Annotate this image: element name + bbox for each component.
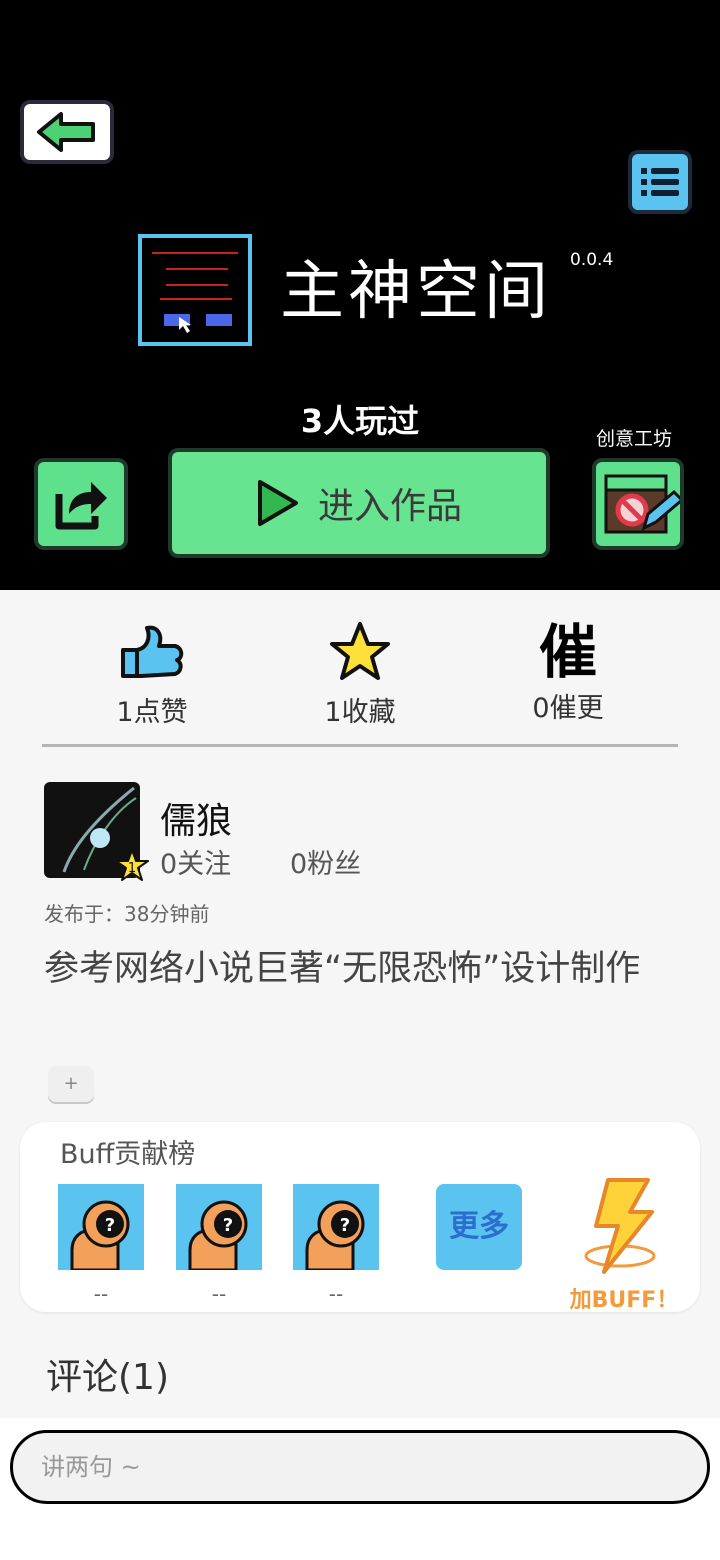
more-button[interactable]: 更多 [436, 1184, 522, 1270]
workshop-button[interactable] [592, 458, 684, 550]
game-description: 参考网络小说巨著“无限恐怖”设计制作 [44, 949, 641, 989]
buff-slot-3[interactable]: ? [293, 1184, 379, 1270]
posted-time: 发布于：38分钟前 [44, 902, 210, 926]
svg-text:?: ? [223, 1215, 233, 1236]
svg-text:?: ? [340, 1215, 350, 1236]
author-name[interactable]: 儒狼 [160, 792, 232, 844]
enter-game-label: 进入作品 [317, 486, 462, 527]
add-buff-label: 加BUFF！ [569, 1288, 679, 1313]
urge-stat[interactable]: 催 0催更 [488, 620, 648, 725]
play-icon [257, 480, 298, 526]
share-button[interactable] [34, 458, 128, 550]
follow-count: 0关注 [160, 849, 232, 880]
star-icon [330, 622, 390, 680]
menu-button[interactable] [628, 150, 692, 214]
version-label: 0.0.4 [570, 250, 614, 270]
svg-text:?: ? [105, 1215, 115, 1236]
buff-ranking-title: Buff贡献榜 [60, 1139, 196, 1170]
urge-icon: 催 [538, 618, 597, 686]
fans-count: 0粉丝 [290, 849, 362, 880]
unknown-user-icon: ? [70, 1200, 130, 1270]
buff-slot-1[interactable]: ? [58, 1184, 144, 1270]
workshop-icon [604, 474, 680, 534]
like-count: 1点赞 [116, 697, 188, 728]
author-avatar[interactable]: 1 [44, 782, 149, 881]
add-tag-button[interactable]: + [48, 1066, 94, 1102]
back-button[interactable] [20, 100, 114, 164]
workshop-label: 创意工坊 [596, 428, 673, 450]
buff-ranking-card: Buff贡献榜 ? -- ? -- ? -- 更多 加BUFF！ [20, 1122, 700, 1313]
game-thumbnail [138, 234, 252, 346]
buff-slot-3-label: -- [328, 1282, 344, 1306]
list-icon [641, 168, 679, 196]
unknown-user-icon: ? [305, 1200, 365, 1270]
level-star-icon: 1 [115, 849, 149, 881]
thumbs-up-icon [121, 625, 184, 678]
comments-title: 评论(1) [46, 1357, 169, 1398]
share-icon [55, 482, 107, 530]
like-stat[interactable]: 1点赞 [72, 620, 232, 729]
buff-slot-1-label: -- [93, 1282, 109, 1306]
lightning-icon [584, 1178, 656, 1274]
buff-slot-2-label: -- [211, 1282, 227, 1306]
comment-input[interactable]: 讲两句 ~ [10, 1430, 710, 1504]
favorite-count: 1收藏 [324, 697, 396, 728]
back-arrow-icon [37, 112, 95, 152]
svg-text:1: 1 [128, 861, 136, 876]
divider [42, 744, 678, 747]
urge-count: 0催更 [532, 693, 604, 724]
buff-slot-2[interactable]: ? [176, 1184, 262, 1270]
unknown-user-icon: ? [188, 1200, 248, 1270]
favorite-stat[interactable]: 1收藏 [280, 620, 440, 729]
add-buff-button[interactable]: 加BUFF！ [564, 1176, 684, 1313]
game-title: 主神空间 [280, 255, 552, 329]
enter-game-button[interactable]: 进入作品 [168, 448, 550, 558]
